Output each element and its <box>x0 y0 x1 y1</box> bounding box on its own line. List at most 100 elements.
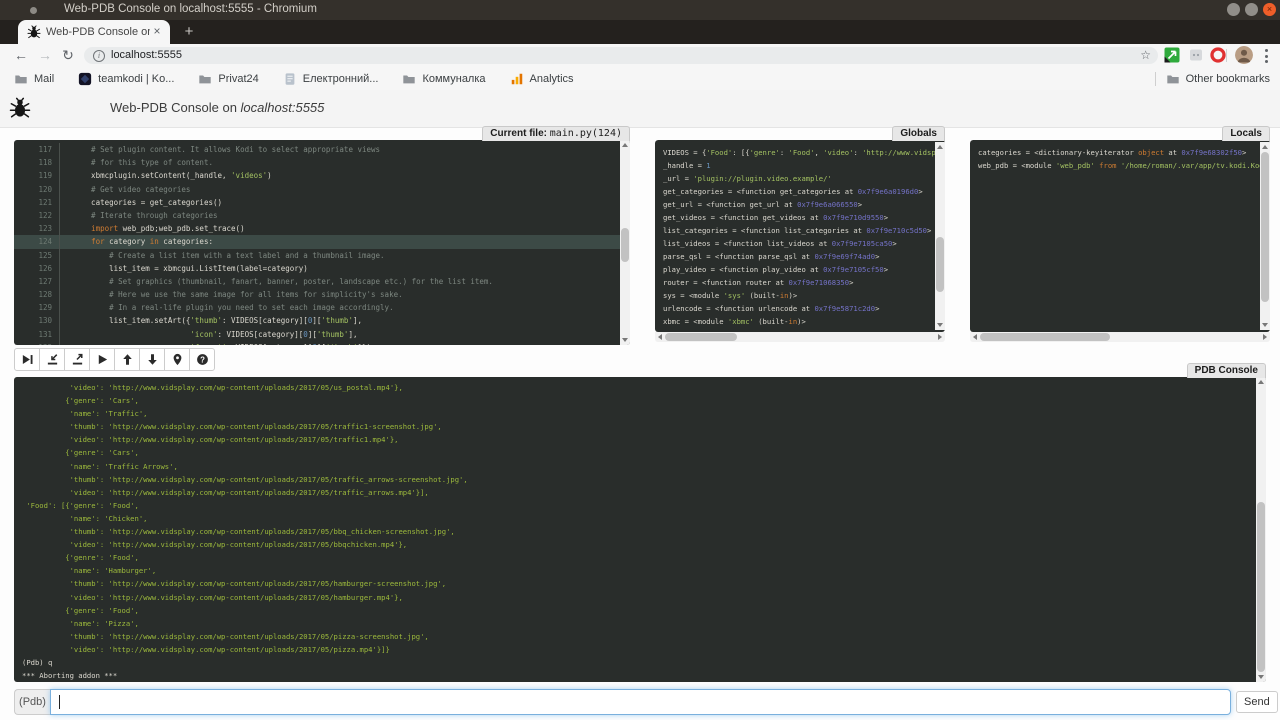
bookmark-label: Коммуналка <box>422 73 485 85</box>
globals-variable-line: parse_qsl = <function parse_qsl at 0x7f9… <box>655 250 945 263</box>
bookmark-item[interactable]: Privat24 <box>198 72 258 86</box>
current-file-name: main.py(124) <box>550 128 622 139</box>
extension-red-icon[interactable] <box>1210 47 1226 63</box>
browser-menu-icon[interactable] <box>1265 49 1269 63</box>
bookmark-star-icon[interactable]: ☆ <box>1140 48 1151 62</box>
line-number: 125 <box>14 249 60 262</box>
bookmark-label: teamkodi | Ko... <box>98 73 174 85</box>
globals-variable-line: get_url = <function get_url at 0x7f9e6a0… <box>655 198 945 211</box>
page-title-host: localhost:5555 <box>241 100 325 115</box>
globals-variable-line: get_videos = <function get_videos at 0x7… <box>655 211 945 224</box>
code-vertical-scrollbar[interactable] <box>620 140 630 345</box>
maximize-button[interactable] <box>1245 3 1258 16</box>
text-cursor <box>59 695 60 709</box>
code-panel[interactable]: 117 # Set plugin content. It allows Kodi… <box>14 140 630 345</box>
debug-where-button[interactable] <box>164 348 190 371</box>
console-output-line: 'video': 'http://www.vidsplay.com/wp-con… <box>14 433 1266 446</box>
play-icon <box>96 353 109 366</box>
code-line: 121 categories = get_categories() <box>14 196 630 209</box>
window-icon <box>30 7 37 14</box>
line-number: 130 <box>14 314 60 327</box>
pdb-command-input[interactable] <box>50 689 1231 715</box>
line-number: 123 <box>14 222 60 235</box>
arrow-up-icon <box>121 353 134 366</box>
tab-close-icon[interactable]: × <box>150 24 164 38</box>
send-button[interactable]: Send <box>1236 691 1278 713</box>
globals-horizontal-scrollbar[interactable] <box>655 332 945 342</box>
page-title: Web-PDB Console on localhost:5555 <box>110 100 324 115</box>
console-output-line: *** Aborting addon *** <box>14 669 1266 682</box>
profile-avatar[interactable] <box>1235 46 1253 64</box>
other-bookmarks-button[interactable]: Other bookmarks <box>1166 72 1270 86</box>
line-number: 120 <box>14 183 60 196</box>
line-number: 117 <box>14 143 60 156</box>
kodi-icon <box>78 72 92 86</box>
console-output-line: 'name': 'Hamburger', <box>14 564 1266 577</box>
toolbar-divider <box>1226 49 1227 62</box>
locals-horizontal-scrollbar[interactable] <box>970 332 1270 342</box>
code-line: 128 # Here we use the same image for all… <box>14 288 630 301</box>
debug-help-button[interactable]: ? <box>189 348 215 371</box>
line-number: 119 <box>14 169 60 182</box>
code-line: 130 list_item.setArt({'thumb': VIDEOS[ca… <box>14 314 630 327</box>
console-output-line: 'name': 'Traffic Arrows', <box>14 460 1266 473</box>
close-button[interactable]: × <box>1263 3 1276 16</box>
globals-panel[interactable]: VIDEOS = {'Food': [{'genre': 'Food', 'vi… <box>655 140 945 342</box>
address-bar[interactable]: i localhost:5555 ☆ <box>84 47 1158 64</box>
forward-button: → <box>36 46 54 64</box>
extension-green-icon[interactable] <box>1164 47 1180 63</box>
debug-up-button[interactable] <box>114 348 140 371</box>
bookmark-label: Analytics <box>530 73 574 85</box>
bookmark-item[interactable]: teamkodi | Ko... <box>78 72 174 86</box>
debug-step-button[interactable] <box>39 348 65 371</box>
bookmark-item[interactable]: Коммуналка <box>402 72 485 86</box>
console-output-line: {'genre': 'Food', <box>14 551 1266 564</box>
console-output-line: 'thumb': 'http://www.vidsplay.com/wp-con… <box>14 577 1266 590</box>
console-output-line: 'video': 'http://www.vidsplay.com/wp-con… <box>14 381 1266 394</box>
folder-icon <box>14 72 28 86</box>
locals-panel[interactable]: categories = <dictionary-keyiterator obj… <box>970 140 1270 342</box>
page-header: Web-PDB Console on localhost:5555 <box>0 90 1280 128</box>
debugger-toolbar: ? <box>14 348 215 371</box>
bookmark-item[interactable]: Mail <box>14 72 54 86</box>
reload-button[interactable]: ↻ <box>59 46 77 64</box>
line-number: 121 <box>14 196 60 209</box>
console-vertical-scrollbar[interactable] <box>1256 377 1266 682</box>
locals-vertical-scrollbar[interactable] <box>1260 142 1270 330</box>
code-line: 124 for category in categories: <box>14 235 630 248</box>
step-forward-icon <box>21 353 34 366</box>
debug-return-button[interactable] <box>64 348 90 371</box>
debug-continue-button[interactable] <box>89 348 115 371</box>
bookmark-item[interactable]: Електронний... <box>283 72 379 86</box>
bookmark-label: Mail <box>34 73 54 85</box>
console-output-line: 'name': 'Traffic', <box>14 407 1266 420</box>
globals-variable-line: urlencode = <function urlencode at 0x7f9… <box>655 302 945 315</box>
console-output-line: 'video': 'http://www.vidsplay.com/wp-con… <box>14 486 1266 499</box>
line-number: 129 <box>14 301 60 314</box>
locals-variable-line: web_pdb = <module 'web_pdb' from '/home/… <box>970 159 1270 172</box>
extension-gray-icon[interactable] <box>1188 47 1204 63</box>
pdb-console-panel[interactable]: 'video': 'http://www.vidsplay.com/wp-con… <box>14 377 1266 682</box>
console-output-line: {'genre': 'Cars', <box>14 446 1266 459</box>
minimize-button[interactable] <box>1227 3 1240 16</box>
line-number: 131 <box>14 328 60 341</box>
code-line: 129 # In a real-life plugin you need to … <box>14 301 630 314</box>
current-file-label: Current file: main.py(124) <box>482 126 630 141</box>
other-bookmarks-label: Other bookmarks <box>1186 73 1270 85</box>
bookmark-item[interactable]: Analytics <box>510 72 574 86</box>
globals-variable-line: _url = 'plugin://plugin.video.example/' <box>655 172 945 185</box>
globals-vertical-scrollbar[interactable] <box>935 142 945 330</box>
globals-variable-line: xbmc = <module 'xbmc' (built-in)> <box>655 315 945 328</box>
browser-tab[interactable]: Web-PDB Console on loca × <box>18 20 170 44</box>
code-line: 132 'fanart': VIDEOS[category][0]['thumb… <box>14 341 630 345</box>
debug-next-button[interactable] <box>14 348 40 371</box>
globals-variable-line: VIDEOS = {'Food': [{'genre': 'Food', 'vi… <box>655 146 945 159</box>
new-tab-button[interactable]: + <box>180 23 198 41</box>
console-output-line: 'thumb': 'http://www.vidsplay.com/wp-con… <box>14 473 1266 486</box>
debug-down-button[interactable] <box>139 348 165 371</box>
page-info-icon[interactable]: i <box>93 50 105 62</box>
svg-text:?: ? <box>200 355 205 364</box>
bug-favicon <box>27 25 41 39</box>
map-marker-icon <box>171 353 184 366</box>
back-button[interactable]: ← <box>12 46 30 64</box>
